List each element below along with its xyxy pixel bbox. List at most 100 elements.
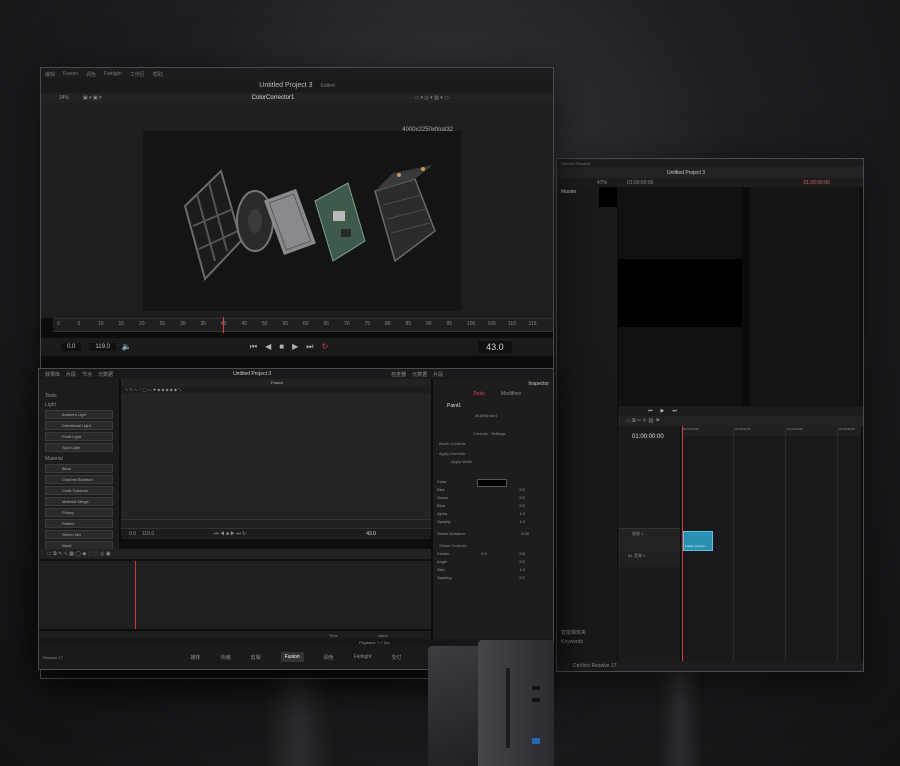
fusion-range-start[interactable]: 0.0 [129,531,136,537]
section-stroke[interactable]: Stroke Controls [439,543,467,548]
inspector-node[interactable]: Paint1 [447,403,461,409]
fusion-viewer-canvas[interactable] [121,393,431,519]
tool-item[interactable]: Phong [45,508,113,517]
stroke-row[interactable]: Spacing 0.1 [437,575,549,581]
page-tab[interactable]: Fairlight [354,654,372,660]
inspector-tab-tools[interactable]: Tools [473,391,485,397]
color-row[interactable]: Alpha 1.0 [437,511,549,517]
page-tab[interactable]: 快编 [221,654,231,661]
menu-item[interactable]: 帮助 [153,71,163,78]
viewer-ruler[interactable]: 0 5 10 15 20 25 30 35 40 45 50 55 60 65 70 75 80 85 90 95 10… [53,317,553,333]
play-icon[interactable]: ▶ [661,407,665,415]
header-tab[interactable]: 元数据 [98,371,113,378]
fan-grill [183,169,243,281]
play-reverse-icon[interactable]: ◀ [265,343,271,351]
header-right-tab[interactable]: 元数据 [412,371,427,378]
prev-icon[interactable]: ⏮ [648,407,653,415]
go-end-icon[interactable]: ⏭ [306,343,313,351]
media-tab[interactable]: Master [561,189,576,195]
paint-tool-icons[interactable]: ↖ ✎ ∿ ⟋ ◯ ▭ ✚ ◆ ◆ ◆ ◆ ◆ ⤡ [125,387,181,392]
viewer-node-name: ColorCorrector1 [251,95,295,101]
header-tab[interactable]: 节点 [82,371,92,378]
range-start[interactable]: 0.0 [61,343,82,351]
tool-item[interactable]: Cook Torrance [45,486,113,495]
header-right-tab[interactable]: 片段 [433,371,443,378]
audio-track-name: A1 音频 1 [628,553,646,558]
ruler-tick: 25 [159,321,166,327]
lights-header[interactable]: Light [45,402,56,408]
stroke-row[interactable]: Center 0.5 0.5 [437,551,549,557]
viewer-zoom[interactable]: 34% [59,95,69,101]
media-thumbnail[interactable] [599,187,617,207]
loop-icon[interactable]: ↻ [321,343,328,351]
stroke-row[interactable]: Angle 0.0 [437,559,549,565]
header-tab[interactable]: 效果库 [45,371,60,378]
stroke-duration-row[interactable]: Stroke Duration 5.00 [437,531,549,537]
menu-item[interactable]: Fairlight [104,71,122,77]
current-frame[interactable]: 43.0 [478,341,512,353]
viewer-right-icons[interactable]: ▭ ▾ ◎ ▾ ▥ ▾ ▭ [414,95,448,101]
section-brush[interactable]: Brush Controls [439,441,465,446]
page-tab[interactable]: 交付 [391,654,401,661]
inspector-tab-modifiers[interactable]: Modifiers [501,391,521,397]
tool-item[interactable]: Spot Light [45,443,113,452]
section-apply[interactable]: Apply Controls [439,451,465,456]
keywords-label[interactable]: Keywords [561,639,583,645]
timeline-ruler[interactable]: 01:00:00:00 01:00:02:00 01:00:04:00 01:0… [681,426,861,436]
project-title: Untitled Project 3 [259,82,313,89]
edit-tool-icons[interactable]: ▭ ⧉ ✂ ⚲ ⛓ ⚑ [626,418,660,424]
viewer-options-icon[interactable]: ▣ ▾ ▣ ▾ [83,95,102,101]
spline-playhead[interactable] [135,561,136,629]
next-icon[interactable]: ⏭ [672,407,677,415]
page-tab[interactable]: 调色 [324,654,334,661]
page-tab-active[interactable]: Fusion [280,652,304,662]
menu-item[interactable]: 编辑 [45,71,55,78]
audio-icon[interactable]: 🔈 [122,343,132,351]
smart-bins-label[interactable]: 智能媒体夹 [561,629,586,636]
audio-track-header[interactable]: A1 音频 1 [618,551,680,567]
subtab-controls[interactable]: Controls [473,431,488,436]
color-row[interactable]: Blue 0.0 [437,503,549,509]
tool-item[interactable]: Directional Light [45,421,113,430]
menu-item[interactable]: 工作区 [130,71,145,78]
page-tab[interactable]: 剪辑 [251,654,261,661]
color-row[interactable]: Green 0.0 [437,495,549,501]
node-toolbar-icons[interactable]: ▭ ⧉ ✎ ∿ ▦ ◯ ◆ ⬚ ⟐ ◎ ▣ [47,551,111,557]
color-row: Color [437,479,447,484]
timeline-area[interactable]: 01:00:00:00 01:00:02:00 01:00:04:00 01:0… [681,426,861,666]
tool-item[interactable]: Point Light [45,432,113,441]
fusion-clip[interactable]: Fusion Compo... [683,531,713,551]
page-tab[interactable]: 媒体 [191,654,201,661]
fusion-current-frame[interactable]: 43.0 [366,531,376,537]
fusion-range-end[interactable]: 119.0 [142,531,154,537]
header-tab[interactable]: 片段 [66,371,76,378]
play-icon[interactable]: ▶ [292,343,298,351]
fusion-transport-icons[interactable]: ⏮ ◀ ■ ▶ ⏭ ↻ [214,531,246,537]
tool-item[interactable]: Reflect [45,519,113,528]
tools-header[interactable]: Tools [45,393,57,399]
go-start-icon[interactable]: ⏮ [250,343,257,351]
video-track-header[interactable]: 视频 1 [618,528,680,551]
viewer-divider[interactable] [743,187,749,405]
subtab-settings[interactable]: Settings [491,431,505,436]
range-end[interactable]: 119.0 [89,343,116,351]
stop-icon[interactable]: ■ [279,343,284,351]
color-row[interactable]: Opacity 1.0 [437,519,549,525]
tool-item[interactable]: Channel Boolean [45,475,113,484]
playhead[interactable] [682,426,683,666]
right-zoom[interactable]: 47% [597,180,607,186]
chassis [374,165,436,263]
color-row[interactable]: Red 0.0 [437,487,549,493]
viewer-canvas[interactable]: 4000x2250xfloat32 [143,127,461,311]
material-header[interactable]: Material [45,456,63,462]
menu-item[interactable]: Fusion [63,71,78,77]
tool-item[interactable]: Material Merge [45,497,113,506]
menu-item[interactable]: 调色 [86,71,96,78]
tool-item[interactable]: Blinn [45,464,113,473]
spline-editor[interactable] [39,561,431,629]
tool-item[interactable]: Stereo Mix [45,530,113,539]
stroke-row[interactable]: Size 1.0 [437,567,549,573]
fusion-ruler[interactable] [121,519,431,529]
header-right-tab[interactable]: 检查器 [391,371,406,378]
tool-item[interactable]: Ambient Light [45,410,113,419]
